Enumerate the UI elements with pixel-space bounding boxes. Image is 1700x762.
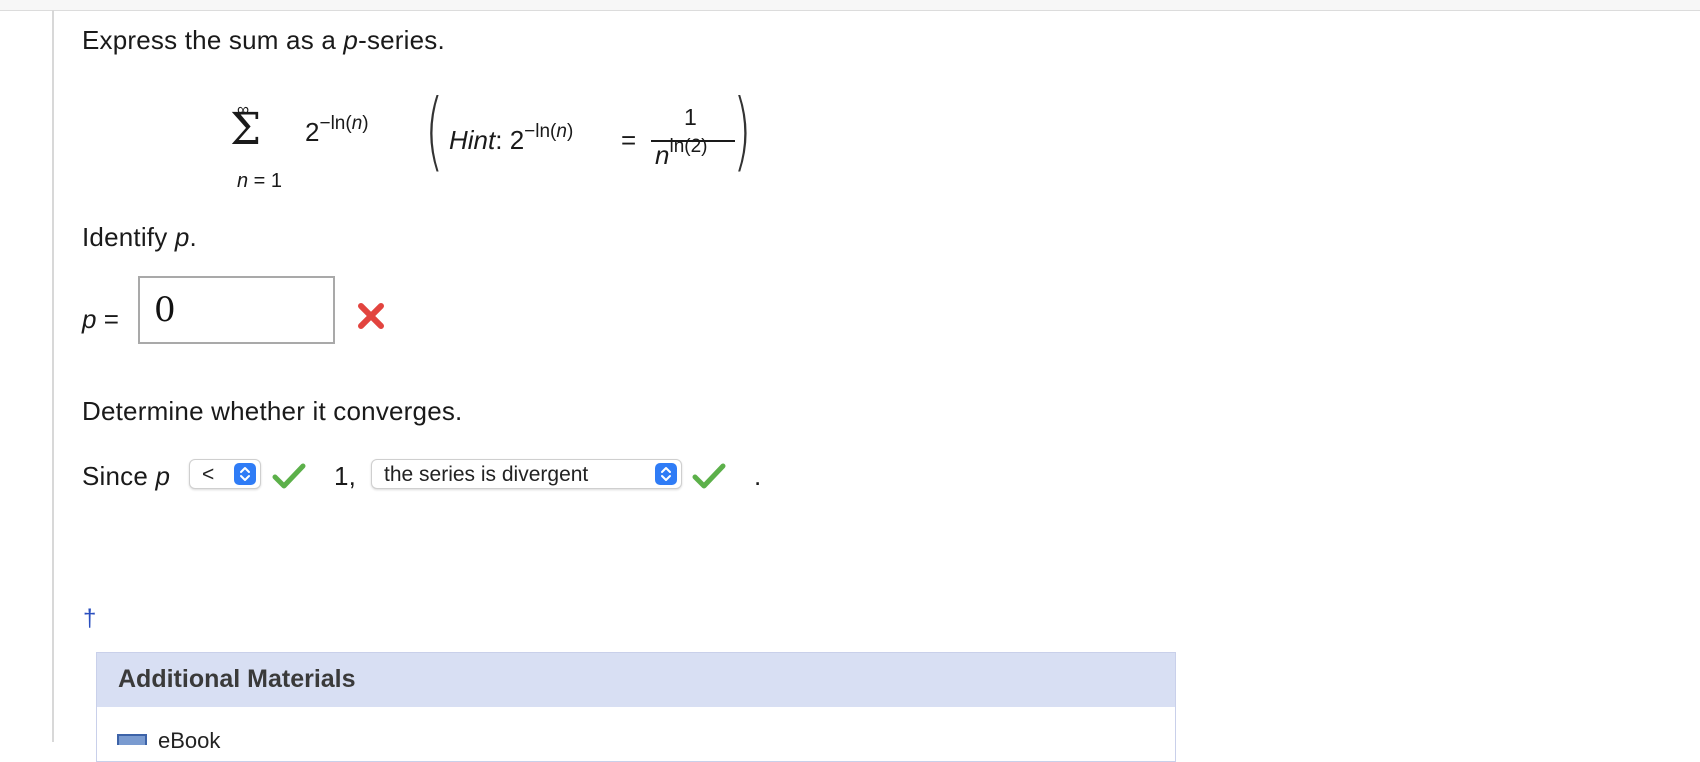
since-var: p	[155, 461, 171, 491]
identify-post: .	[189, 222, 197, 252]
den-var: n	[655, 140, 670, 170]
p-answer-input[interactable]	[138, 276, 335, 344]
sigma-symbol: Σ	[230, 104, 262, 155]
sum-lower-var: n	[237, 170, 249, 192]
hint-label: Hint	[449, 125, 496, 155]
one-label: 1,	[334, 461, 357, 491]
updown-chevron-icon	[655, 463, 677, 485]
since-label: Since p	[82, 461, 170, 492]
check-mark-icon	[272, 463, 306, 489]
hint-base: 2	[509, 125, 525, 155]
fraction-denominator: nln(2)	[655, 137, 707, 171]
p-label-var: p	[82, 304, 97, 334]
compare-select-value: <	[202, 463, 215, 486]
hint-exp-var: n	[556, 121, 567, 143]
identify-var: p	[174, 222, 190, 252]
since-text: Since	[82, 461, 156, 491]
hint-right-paren: )	[733, 81, 752, 181]
fraction-numerator: 1	[684, 104, 697, 130]
p-label-eq: =	[96, 304, 119, 334]
hint-exp-pre: −ln(	[524, 121, 557, 143]
ebook-link[interactable]: eBook	[158, 728, 220, 754]
additional-materials-header: Additional Materials	[97, 653, 1175, 707]
question-intro: Express the sum as a p-series.	[82, 25, 445, 56]
sum-term: 2−ln(n)	[305, 114, 369, 148]
additional-materials-panel: Additional Materials	[96, 652, 1176, 762]
additional-materials-title: Additional Materials	[118, 665, 356, 693]
hint-left-paren: (	[425, 81, 444, 181]
term-exp-pre: −ln(	[319, 113, 352, 135]
intro-var: p	[343, 25, 359, 55]
hint-equals: =	[621, 125, 637, 155]
hint-colon: :	[495, 125, 510, 155]
hint-exp-post: )	[566, 121, 574, 143]
p-equals-label: p =	[82, 304, 119, 335]
term-exp-post: )	[362, 113, 369, 135]
converge-heading: Determine whether it converges.	[82, 396, 463, 426]
hint-expression: Hint: 2−ln(n)	[449, 122, 573, 156]
sentence-period: .	[754, 461, 762, 491]
footnote-dagger-link[interactable]: †	[83, 605, 96, 633]
top-bar	[0, 0, 1700, 11]
hint-exponent: −ln(n)	[524, 121, 573, 142]
identify-prompt: Identify p.	[82, 222, 197, 253]
sum-lower-rest: = 1	[248, 170, 283, 192]
result-select[interactable]: the series is divergent	[371, 459, 682, 489]
term-exp-var: n	[351, 113, 363, 135]
check-mark-icon	[692, 463, 726, 489]
intro-text-pre: Express the sum as a	[82, 25, 344, 55]
den-exponent: ln(2)	[669, 136, 708, 158]
result-select-value: the series is divergent	[384, 463, 589, 486]
updown-chevron-icon	[234, 463, 256, 485]
sum-lower-limit: n = 1	[237, 170, 282, 193]
x-mark-icon	[358, 303, 384, 329]
intro-text-post: -series.	[358, 25, 445, 55]
compare-select[interactable]: <	[189, 459, 261, 489]
book-icon	[117, 734, 147, 745]
left-divider	[52, 10, 54, 742]
identify-pre: Identify	[82, 222, 175, 252]
term-base: 2	[305, 117, 320, 147]
term-exponent: −ln(n)	[319, 113, 368, 134]
